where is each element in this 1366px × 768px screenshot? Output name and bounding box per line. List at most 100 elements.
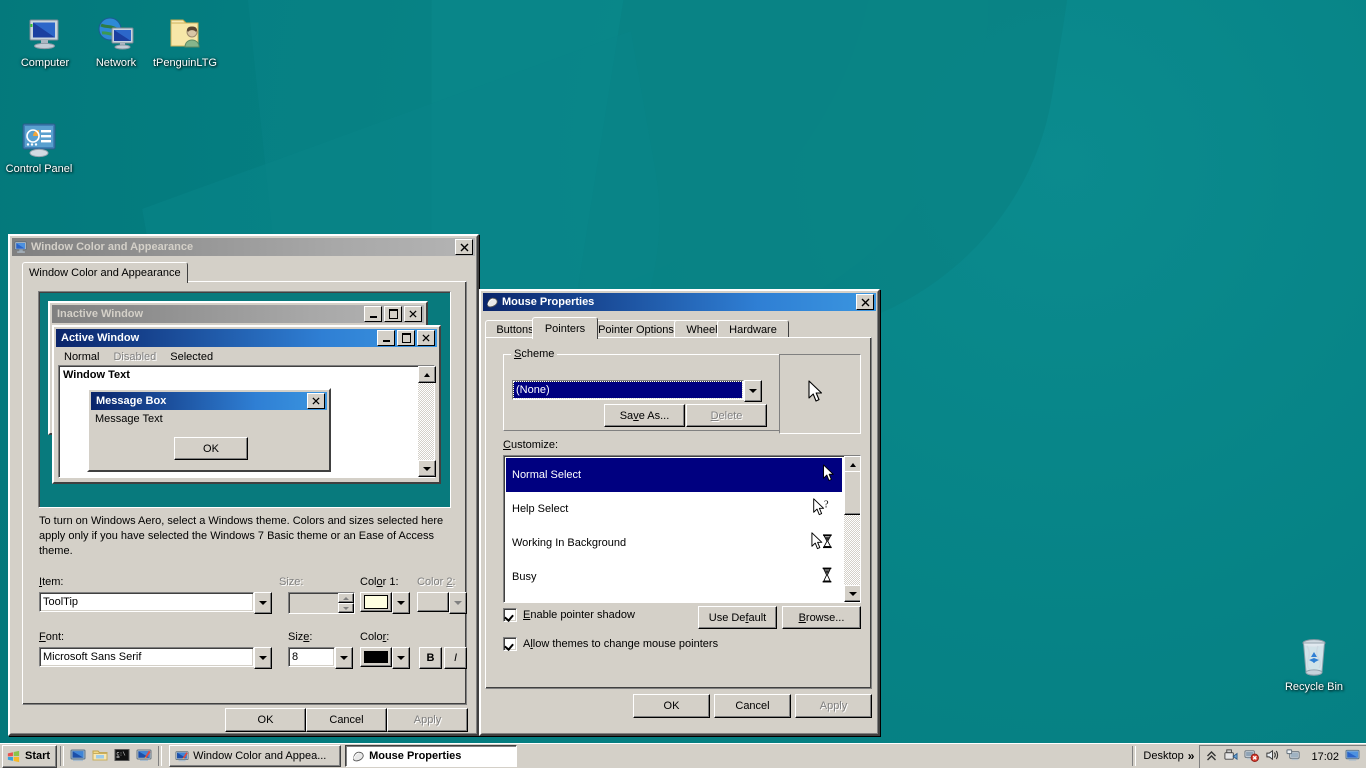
item-combobox[interactable]: ToolTip	[39, 592, 272, 614]
size1-spinner	[288, 592, 355, 614]
mouse-cancel-button[interactable]: Cancel	[714, 694, 791, 718]
font-size-arrow[interactable]	[335, 647, 353, 669]
button-label: Apply	[413, 714, 442, 726]
allow-themes-checkbox[interactable]	[503, 637, 517, 651]
clock[interactable]: 17:02	[1311, 751, 1339, 763]
task-button-window-color[interactable]: Window Color and Appea...	[169, 745, 342, 767]
chevron-right-icon[interactable]: »	[1188, 749, 1195, 763]
window-color-and-appearance-window[interactable]: Window Color and Appearance Window Color…	[8, 234, 479, 736]
mouse-apply-button: Apply	[795, 694, 872, 718]
preview-msgbox-close-button	[307, 393, 325, 409]
desktop-icon-user-folder[interactable]: tPenguinLTG	[148, 10, 222, 70]
quick-launch-bar[interactable]: C:\	[67, 747, 155, 766]
appearance-close-button[interactable]	[455, 239, 473, 255]
tab-window-color-and-appearance[interactable]: Window Color and Appearance	[22, 262, 188, 283]
mouse-close-button[interactable]	[856, 294, 874, 310]
desktop-icon-recycle-bin[interactable]: Recycle Bin	[1277, 634, 1351, 694]
item-combobox-arrow[interactable]	[254, 592, 272, 614]
desktop-toolbar-label[interactable]: Desktop	[1143, 750, 1183, 762]
show-hidden-icons-icon[interactable]	[1206, 749, 1217, 765]
browse-button[interactable]: Browse...	[782, 606, 861, 629]
pointer-list-scrollbar[interactable]	[844, 456, 860, 602]
preview-msgbox-titlebar: Message Box	[91, 392, 327, 410]
arrow-cursor-icon	[808, 380, 823, 402]
hourglass-cursor-icon	[820, 566, 834, 588]
list-item[interactable]: Working In Background	[506, 526, 842, 560]
arrow-hourglass-cursor-icon	[810, 532, 836, 554]
mouse-icon	[351, 750, 365, 763]
font-size-combobox[interactable]: 8	[288, 647, 353, 669]
save-as-button[interactable]: Save As...	[604, 404, 685, 427]
scrollbar-thumb[interactable]	[844, 471, 860, 515]
start-button[interactable]: Start	[2, 744, 58, 768]
enable-pointer-shadow-label: Enable pointer shadow	[523, 609, 635, 621]
recycle-bin-icon	[1277, 634, 1351, 678]
desktop-icon-computer[interactable]: Computer	[8, 10, 82, 70]
list-item[interactable]: Busy	[506, 560, 842, 594]
menu-item-normal: Normal	[64, 350, 100, 363]
list-item[interactable]: Precision Select	[506, 594, 842, 602]
color1-arrow[interactable]	[392, 592, 410, 614]
desktop-icon-label: Network	[95, 57, 137, 69]
font-combobox[interactable]: Microsoft Sans Serif	[39, 647, 272, 669]
enable-pointer-shadow-checkbox[interactable]	[503, 608, 517, 622]
appearance-description: To turn on Windows Aero, select a Window…	[39, 515, 444, 557]
bold-button[interactable]: B	[419, 647, 442, 669]
color1-picker[interactable]	[360, 592, 410, 614]
mouse-ok-button[interactable]: OK	[633, 694, 710, 718]
appearance-tabstrip[interactable]: Window Color and Appearance	[22, 262, 465, 283]
italic-button[interactable]: I	[444, 647, 467, 669]
safely-remove-hardware-icon[interactable]	[1223, 748, 1238, 765]
font-color-picker[interactable]	[360, 647, 410, 669]
mouse-properties-window[interactable]: Mouse Properties Buttons Pointers Pointe…	[479, 289, 880, 736]
system-tray[interactable]: Desktop » 17:02	[1129, 744, 1366, 768]
show-desktop-button[interactable]	[1345, 748, 1360, 765]
mouse-titlebar[interactable]: Mouse Properties	[483, 293, 876, 311]
button-label: Apply	[819, 700, 848, 712]
scheme-combobox[interactable]: (None)	[512, 380, 762, 402]
appearance-ok-button[interactable]: OK	[225, 708, 306, 732]
computer-icon	[8, 10, 82, 54]
taskbar[interactable]: Start C:\ Window Color and Appea... Mous…	[0, 743, 1366, 768]
tab-pointers[interactable]: Pointers	[532, 317, 598, 339]
appearance-apply-button: Apply	[387, 708, 468, 732]
use-default-button[interactable]: Use Default	[698, 606, 777, 629]
menu-item-disabled: Disabled	[113, 350, 157, 363]
desktop-icon-control-panel[interactable]: Control Panel	[2, 116, 76, 176]
desktop-icon-network[interactable]: Network	[79, 10, 153, 70]
task-button-mouse-properties[interactable]: Mouse Properties	[345, 745, 518, 767]
list-item[interactable]: Normal Select	[506, 458, 842, 492]
scheme-combobox-arrow[interactable]	[744, 380, 762, 402]
allow-themes-row[interactable]: Allow themes to change mouse pointers	[503, 637, 718, 651]
list-item[interactable]: Help Select ?	[506, 492, 842, 526]
appearance-titlebar[interactable]: Window Color and Appearance	[12, 238, 475, 256]
font-combobox-arrow[interactable]	[254, 647, 272, 669]
font-label: Font:	[39, 631, 65, 643]
item-label-rest: tem:	[42, 576, 64, 588]
mouse-title-text: Mouse Properties	[502, 296, 595, 308]
user-folder-icon	[148, 10, 222, 54]
display-icon[interactable]	[136, 747, 152, 766]
mouse-tabstrip[interactable]: Buttons Pointers Pointer Options Wheel H…	[485, 317, 870, 339]
desktop-icon-label: tPenguinLTG	[152, 57, 217, 69]
pointer-preview-box	[779, 354, 861, 434]
tray-separator	[1132, 746, 1137, 766]
network-pc-icon[interactable]	[1286, 748, 1301, 765]
appearance-cancel-button[interactable]: Cancel	[306, 708, 387, 732]
arrow-question-cursor-icon: ?	[812, 498, 836, 520]
network-error-icon[interactable]	[1244, 748, 1260, 765]
volume-icon[interactable]	[1265, 748, 1280, 765]
font-color-arrow[interactable]	[392, 647, 410, 669]
color1-swatch	[364, 595, 388, 609]
preview-maximize-button	[384, 306, 402, 322]
explorer-icon[interactable]	[92, 747, 108, 766]
preview-scrollbar	[418, 366, 436, 477]
preview-message-box: Message Box Message Text OK	[87, 388, 331, 472]
enable-pointer-shadow-row[interactable]: Enable pointer shadow	[503, 608, 635, 622]
pointer-list[interactable]: Normal Select Help Select ? Working In B…	[503, 455, 861, 603]
list-item-label: Help Select	[512, 503, 569, 515]
scroll-down-button[interactable]	[844, 585, 860, 602]
color2-label: Color 2:	[417, 576, 456, 588]
show-desktop-icon[interactable]	[70, 747, 86, 766]
command-prompt-icon[interactable]: C:\	[114, 747, 130, 766]
